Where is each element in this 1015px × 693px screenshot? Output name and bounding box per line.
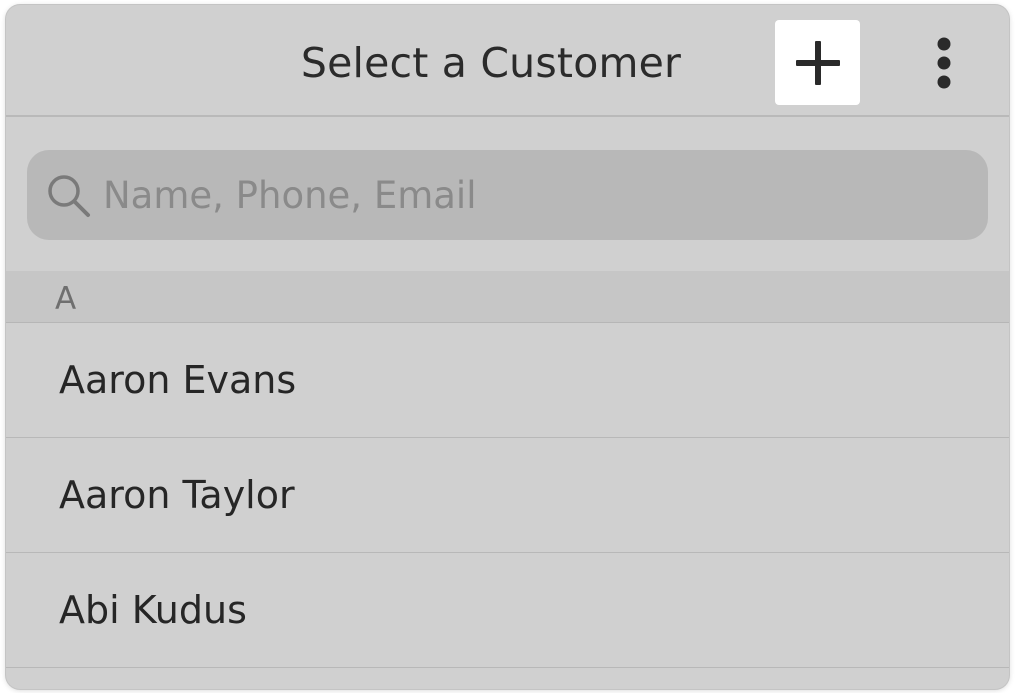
customer-name: Abi Kudus bbox=[59, 588, 247, 632]
search-input[interactable] bbox=[103, 150, 963, 240]
add-customer-button[interactable] bbox=[775, 20, 860, 105]
customer-row[interactable]: Aaron Evans bbox=[6, 323, 1009, 438]
customer-picker-panel: Select a Customer A bbox=[6, 5, 1009, 689]
customer-name: Aaron Taylor bbox=[59, 473, 295, 517]
header-bar: Select a Customer bbox=[6, 5, 1009, 117]
section-header: A bbox=[6, 271, 1009, 323]
search-field[interactable] bbox=[27, 150, 988, 240]
section-letter: A bbox=[55, 281, 77, 317]
customer-row[interactable]: Abi Kudus bbox=[6, 553, 1009, 668]
plus-icon bbox=[795, 40, 840, 85]
more-vertical-icon bbox=[937, 37, 951, 89]
customer-row[interactable]: Aaron Taylor bbox=[6, 438, 1009, 553]
more-options-button[interactable] bbox=[920, 33, 968, 93]
search-icon bbox=[48, 175, 90, 217]
customer-name: Aaron Evans bbox=[59, 358, 297, 402]
customer-list: Aaron Evans Aaron Taylor Abi Kudus bbox=[6, 323, 1009, 668]
search-area bbox=[6, 119, 1009, 271]
